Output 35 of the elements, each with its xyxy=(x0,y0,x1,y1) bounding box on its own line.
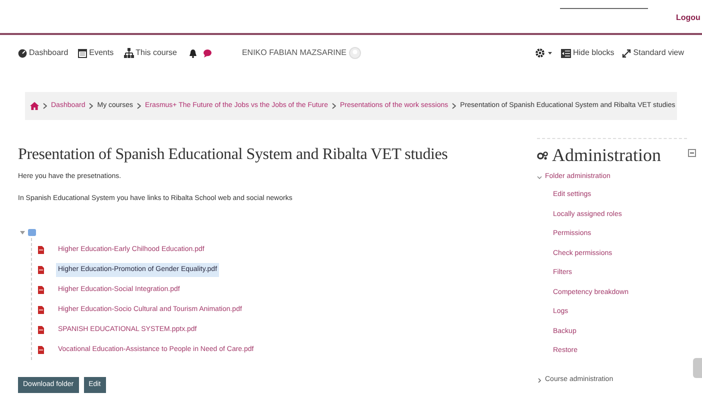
user-name[interactable]: ENIKO FABIAN MAZSARINE xyxy=(242,47,346,59)
page-title: Presentation of Spanish Educational System and Ribalta VET studies xyxy=(18,145,449,165)
chevron-right-icon xyxy=(137,103,142,109)
avatar-icon xyxy=(349,47,362,59)
calendar-icon xyxy=(78,48,88,58)
nav-link[interactable]: Events xyxy=(78,47,114,59)
block-title: Administration xyxy=(552,144,661,166)
pdf-file-icon xyxy=(38,246,44,254)
pdf-file-icon xyxy=(38,266,44,274)
home-icon xyxy=(30,102,39,110)
pdf-file-icon xyxy=(38,286,44,294)
settings-icon xyxy=(534,48,553,58)
nav-link[interactable]: This course xyxy=(124,47,177,59)
chevron-right-icon xyxy=(332,103,336,109)
chat-icon xyxy=(202,48,212,58)
settings-menu[interactable] xyxy=(534,48,553,58)
collapse-icon[interactable] xyxy=(688,149,696,157)
caret-down-icon[interactable] xyxy=(20,230,25,234)
chevron-right-icon xyxy=(452,103,456,109)
chevron-right-icon xyxy=(89,103,94,109)
sitemap-icon xyxy=(124,48,134,58)
pdf-file-icon xyxy=(38,306,44,314)
pdf-file-icon xyxy=(38,326,44,334)
nav-link[interactable]: Hide blocks xyxy=(560,47,614,59)
bell-icon xyxy=(188,48,197,58)
chevron-right-icon xyxy=(43,103,47,109)
hide-blocks-icon xyxy=(560,48,571,58)
nav-link[interactable]: Standard view xyxy=(622,47,684,59)
logout-link[interactable]: Logou xyxy=(676,12,700,24)
expand-icon xyxy=(622,48,632,58)
gauge-icon xyxy=(18,48,27,58)
folder-icon xyxy=(28,228,36,236)
pdf-file-icon xyxy=(38,346,44,354)
nav-link[interactable]: Dashboard xyxy=(18,47,68,59)
gears-icon xyxy=(537,150,548,160)
